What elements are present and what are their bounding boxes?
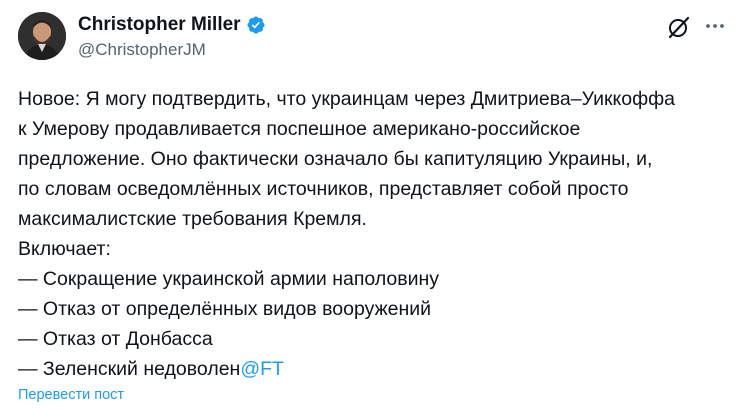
tweet-line: — Сокращение украинской армии наполовину bbox=[18, 268, 440, 290]
grok-icon[interactable] bbox=[666, 14, 692, 40]
author-handle[interactable]: @ChristopherJM bbox=[78, 39, 206, 61]
verified-badge-icon bbox=[246, 15, 266, 35]
translate-post-link[interactable]: Перевести пост bbox=[18, 385, 124, 405]
tweet-line: Новое: Я могу подтвердить, что украинцам… bbox=[18, 88, 676, 110]
more-options-icon[interactable] bbox=[703, 14, 727, 38]
tweet-line: — Отказ от Донбасса bbox=[18, 328, 213, 350]
tweet-line: по словам осведомлённых источников, пред… bbox=[18, 178, 629, 200]
tweet-card: Christopher Miller @ChristopherJM Новое:… bbox=[0, 0, 743, 415]
tweet-line: максималистские требования Кремля. bbox=[18, 208, 367, 230]
tweet-line: Включает: bbox=[18, 238, 111, 260]
avatar[interactable] bbox=[18, 12, 66, 60]
mention-link[interactable]: @FT bbox=[240, 358, 284, 380]
tweet-last-line-text: — Зеленский недоволен bbox=[18, 358, 241, 380]
user-avatar-photo bbox=[18, 12, 66, 60]
tweet-line: — Отказ от определённых видов вооружений bbox=[18, 298, 432, 320]
tweet-line: предложение. Оно фактически означало бы … bbox=[18, 148, 653, 170]
author-name-row: Christopher Miller bbox=[78, 13, 266, 37]
tweet-line-last: — Зеленский недоволен@FT bbox=[18, 354, 733, 384]
author-name[interactable]: Christopher Miller bbox=[78, 13, 241, 37]
tweet-line: к Умерову продавливается поспешное амери… bbox=[18, 118, 581, 140]
tweet-text: Новое: Я могу подтвердить, что украинцам… bbox=[18, 84, 733, 384]
